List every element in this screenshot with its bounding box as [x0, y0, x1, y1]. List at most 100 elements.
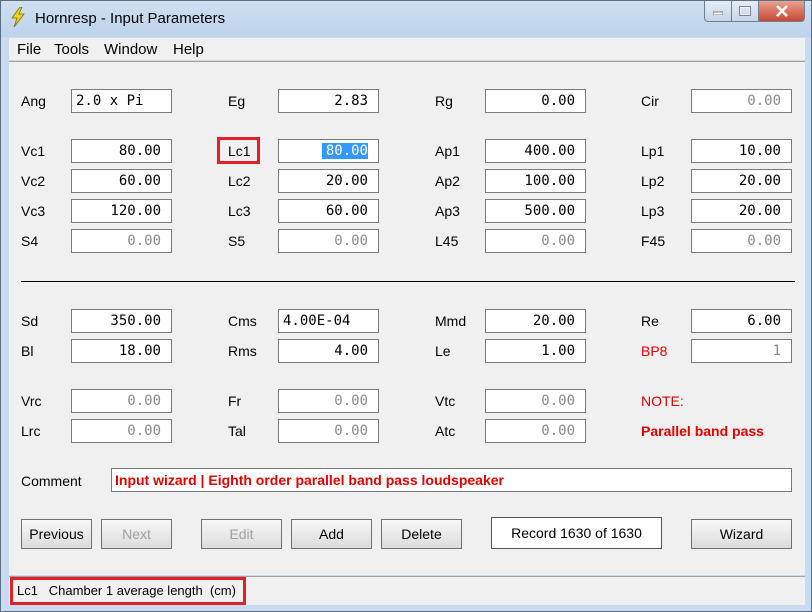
- field-rms[interactable]: 4.00: [278, 339, 379, 363]
- record-indicator: Record 1630 of 1630: [491, 517, 662, 549]
- field-lc1[interactable]: 80.00: [278, 139, 379, 163]
- label-ap1: Ap1: [435, 143, 460, 159]
- field-tal[interactable]: 0.00: [278, 419, 379, 443]
- field-mmd[interactable]: 20.00: [485, 309, 586, 333]
- field-eg[interactable]: 2.83: [278, 89, 379, 113]
- minimize-button[interactable]: [704, 1, 732, 22]
- label-sd: Sd: [21, 313, 39, 329]
- field-s4[interactable]: 0.00: [71, 229, 172, 253]
- label-s5: S5: [228, 233, 246, 249]
- label-vrc: Vrc: [21, 393, 42, 409]
- menu-help[interactable]: Help: [173, 41, 204, 58]
- field-le[interactable]: 1.00: [485, 339, 586, 363]
- label-lrc: Lrc: [21, 423, 41, 439]
- label-re: Re: [641, 313, 659, 329]
- hornresp-window: Hornresp - Input Parameters File Tools W…: [0, 0, 812, 612]
- section-divider: [21, 281, 795, 282]
- label-vtc: Vtc: [435, 393, 456, 409]
- field-vc2[interactable]: 60.00: [71, 169, 172, 193]
- menu-window[interactable]: Window: [104, 41, 157, 58]
- field-lp2[interactable]: 20.00: [691, 169, 792, 193]
- label-mmd: Mmd: [435, 313, 467, 329]
- label-l45: L45: [435, 233, 459, 249]
- minimize-icon: [713, 11, 723, 15]
- field-l45[interactable]: 0.00: [485, 229, 586, 253]
- field-s5[interactable]: 0.00: [278, 229, 379, 253]
- status-bar: Lc1 Chamber 1 average length (cm): [9, 576, 805, 605]
- next-button[interactable]: Next: [101, 519, 172, 549]
- label-vc2: Vc2: [21, 173, 46, 189]
- label-rg: Rg: [435, 93, 453, 109]
- label-lp1: Lp1: [641, 143, 665, 159]
- label-f45: F45: [641, 233, 666, 249]
- field-ap2[interactable]: 100.00: [485, 169, 586, 193]
- field-rg[interactable]: 0.00: [485, 89, 586, 113]
- delete-button[interactable]: Delete: [381, 519, 462, 549]
- field-lc1-selection: 80.00: [321, 143, 368, 159]
- field-atc[interactable]: 0.00: [485, 419, 586, 443]
- field-cms[interactable]: 4.00E-04: [278, 309, 379, 333]
- comment-label: Comment: [21, 473, 82, 489]
- field-ang[interactable]: 2.0 x Pi: [71, 89, 172, 113]
- menu-bar: File Tools Window Help: [9, 38, 805, 60]
- previous-button[interactable]: Previous: [21, 519, 92, 549]
- label-fr: Fr: [228, 393, 242, 409]
- field-lrc[interactable]: 0.00: [71, 419, 172, 443]
- title-bar[interactable]: Hornresp - Input Parameters: [1, 1, 811, 37]
- label-rms: Rms: [228, 343, 257, 359]
- label-vc1: Vc1: [21, 143, 46, 159]
- menu-tools[interactable]: Tools: [54, 41, 89, 58]
- field-lc2[interactable]: 20.00: [278, 169, 379, 193]
- note-label: NOTE:: [641, 393, 684, 409]
- field-lp1[interactable]: 10.00: [691, 139, 792, 163]
- field-bp8[interactable]: 1: [691, 339, 792, 363]
- lightning-icon: [11, 7, 25, 27]
- window-title: Hornresp - Input Parameters: [35, 10, 226, 27]
- label-le: Le: [435, 343, 451, 359]
- wizard-button[interactable]: Wizard: [691, 519, 792, 549]
- comment-field[interactable]: Input wizard | Eighth order parallel ban…: [111, 468, 792, 492]
- label-ang: Ang: [21, 93, 46, 109]
- label-ap2: Ap2: [435, 173, 460, 189]
- field-bl[interactable]: 18.00: [71, 339, 172, 363]
- label-s4: S4: [21, 233, 39, 249]
- field-vrc[interactable]: 0.00: [71, 389, 172, 413]
- maximize-icon: [739, 6, 751, 16]
- menu-file[interactable]: File: [17, 41, 41, 58]
- window-controls: [704, 1, 805, 23]
- close-icon: [775, 5, 788, 17]
- label-atc: Atc: [435, 423, 456, 439]
- field-vc1[interactable]: 80.00: [71, 139, 172, 163]
- label-cms: Cms: [228, 313, 257, 329]
- label-bp8: BP8: [641, 343, 668, 359]
- label-lp3: Lp3: [641, 203, 665, 219]
- maximize-button[interactable]: [732, 1, 759, 22]
- status-text: Lc1 Chamber 1 average length (cm): [17, 583, 236, 598]
- field-lc3[interactable]: 60.00: [278, 199, 379, 223]
- label-lc2: Lc2: [228, 173, 251, 189]
- field-vtc[interactable]: 0.00: [485, 389, 586, 413]
- label-ap3: Ap3: [435, 203, 460, 219]
- label-vc3: Vc3: [21, 203, 46, 219]
- label-lc1: Lc1: [228, 143, 251, 159]
- label-lc3: Lc3: [228, 203, 251, 219]
- label-tal: Tal: [228, 423, 246, 439]
- field-cir[interactable]: 0.00: [691, 89, 792, 113]
- label-bl: Bl: [21, 343, 34, 359]
- field-lp3[interactable]: 20.00: [691, 199, 792, 223]
- close-button[interactable]: [759, 1, 805, 22]
- field-f45[interactable]: 0.00: [691, 229, 792, 253]
- label-cir: Cir: [641, 93, 659, 109]
- label-lp2: Lp2: [641, 173, 665, 189]
- field-ap1[interactable]: 400.00: [485, 139, 586, 163]
- note-text: Parallel band pass: [641, 423, 764, 439]
- input-parameters-panel: Ang 2.0 x Pi Eg 2.83 Rg 0.00 Cir 0.00 Vc…: [9, 61, 805, 575]
- add-button[interactable]: Add: [291, 519, 372, 549]
- field-re[interactable]: 6.00: [691, 309, 792, 333]
- field-ap3[interactable]: 500.00: [485, 199, 586, 223]
- field-fr[interactable]: 0.00: [278, 389, 379, 413]
- field-vc3[interactable]: 120.00: [71, 199, 172, 223]
- field-sd[interactable]: 350.00: [71, 309, 172, 333]
- label-eg: Eg: [228, 93, 246, 109]
- edit-button[interactable]: Edit: [201, 519, 282, 549]
